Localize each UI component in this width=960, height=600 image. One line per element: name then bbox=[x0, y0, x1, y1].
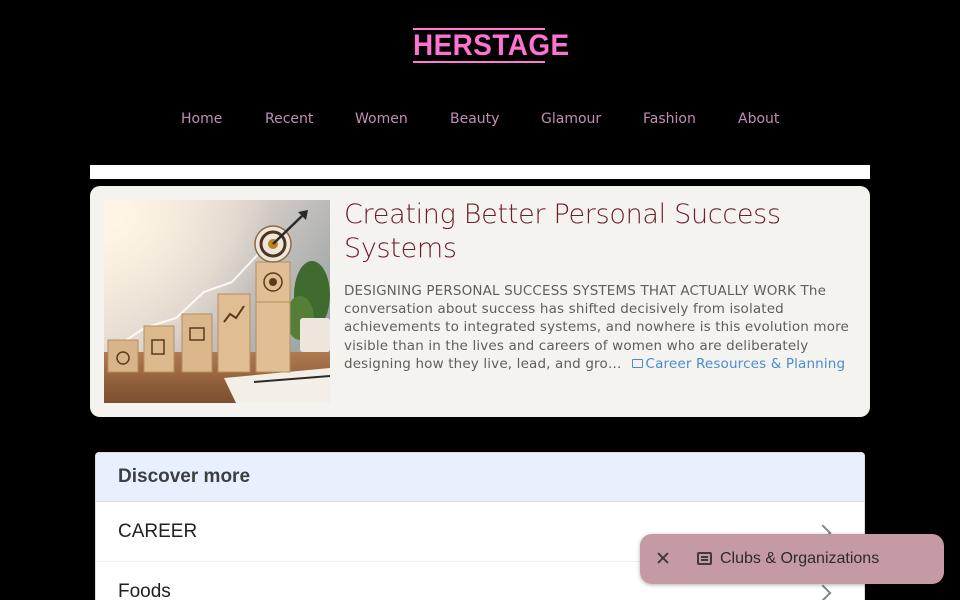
discover-more-heading: Discover more bbox=[96, 453, 864, 502]
close-icon[interactable] bbox=[655, 550, 671, 566]
discover-item-label: Foods bbox=[118, 581, 171, 600]
suggestion-chip-label[interactable]: Clubs & Organizations bbox=[720, 534, 879, 584]
nav-item-about[interactable]: About bbox=[738, 108, 779, 130]
featured-post-card[interactable]: Creating Better Personal Success Systems… bbox=[90, 186, 870, 417]
floating-suggestion-chip[interactable]: Clubs & Organizations bbox=[640, 534, 944, 584]
main-nav: Home Recent Women Beauty Glamour Fashion… bbox=[0, 108, 960, 130]
nav-item-glamour[interactable]: Glamour bbox=[541, 108, 601, 130]
featured-post-title[interactable]: Creating Better Personal Success Systems bbox=[344, 198, 844, 266]
nav-item-fashion[interactable]: Fashion bbox=[643, 108, 696, 130]
nav-item-home[interactable]: Home bbox=[181, 108, 222, 130]
site-logo[interactable]: HERSTAGE bbox=[412, 28, 569, 63]
featured-post-excerpt: DESIGNING PERSONAL SUCCESS SYSTEMS THAT … bbox=[344, 282, 860, 373]
featured-post-category-link[interactable]: Career Resources & Planning bbox=[622, 356, 846, 372]
discover-item-label: CAREER bbox=[118, 521, 198, 542]
nav-item-beauty[interactable]: Beauty bbox=[450, 108, 499, 130]
chevron-right-icon bbox=[814, 584, 832, 600]
nav-item-women[interactable]: Women bbox=[355, 108, 408, 130]
newspaper-icon bbox=[697, 552, 712, 565]
newspaper-icon bbox=[631, 358, 643, 368]
nav-item-recent[interactable]: Recent bbox=[265, 108, 313, 130]
featured-post-category-label: Career Resources & Planning bbox=[645, 355, 846, 372]
featured-post-image[interactable] bbox=[104, 200, 330, 403]
ad-placeholder-strip bbox=[90, 165, 870, 179]
